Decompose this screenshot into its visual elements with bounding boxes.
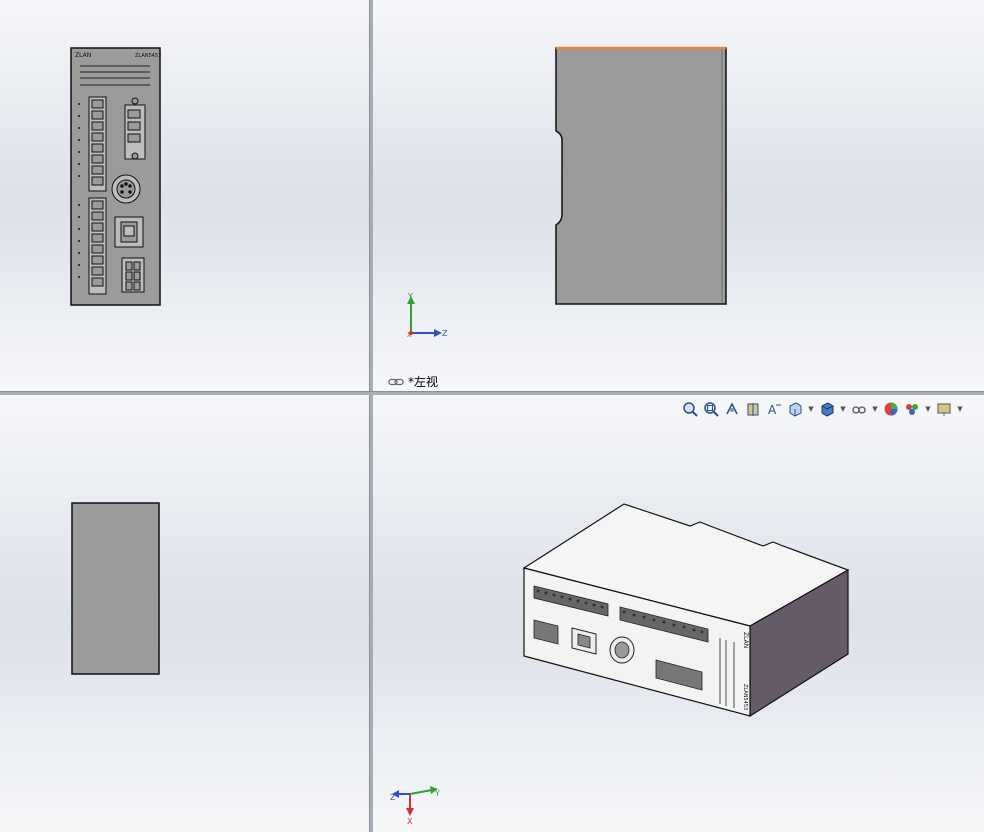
iso-brand-text: ZLAN <box>742 632 749 648</box>
chevron-down-icon[interactable]: ▼ <box>839 400 847 418</box>
zoom-to-fit-icon[interactable] <box>681 400 699 418</box>
chevron-down-icon[interactable]: ▼ <box>871 400 879 418</box>
coordinate-triad-iso: Y Z X <box>390 786 440 826</box>
viewport-splitter-vertical[interactable] <box>369 0 373 832</box>
section-view-icon[interactable] <box>744 400 762 418</box>
view-settings-icon[interactable] <box>935 400 953 418</box>
link-icon <box>388 378 404 385</box>
triad-z-label: Z <box>442 329 448 338</box>
terminal-block-right <box>124 97 146 160</box>
viewport-top[interactable] <box>0 394 369 832</box>
coordinate-triad: Y Z X <box>407 292 448 339</box>
chevron-down-icon[interactable]: ▼ <box>956 400 964 418</box>
svg-text:A: A <box>768 403 777 417</box>
dynamic-annotation-icon[interactable]: A <box>765 400 783 418</box>
view-orientation-icon[interactable] <box>786 400 804 418</box>
zoom-to-area-icon[interactable] <box>702 400 720 418</box>
front-view-drawing: ZLAN ZLAN5453 <box>70 47 161 306</box>
front-brand-text: ZLAN <box>75 52 91 59</box>
chevron-down-icon[interactable]: ▼ <box>807 400 815 418</box>
apply-scene-icon[interactable] <box>903 400 921 418</box>
display-style-icon[interactable] <box>818 400 836 418</box>
iso-model-text: ZLAN5453 <box>742 684 748 710</box>
isometric-drawing: ZLAN ZLAN5453 Y Z X <box>390 503 850 826</box>
left-view-drawing: Y Z X <box>407 46 727 339</box>
edit-appearance-icon[interactable] <box>882 400 900 418</box>
triad-x-label: X <box>407 331 412 339</box>
view-name-text: *左视 <box>408 375 439 389</box>
viewport-isometric[interactable]: A ▼ ▼ ▼ ▼ ▼ ZLAN ZLAN5453 Y Z X <box>372 394 984 832</box>
view-name-label: *左视 <box>388 373 438 390</box>
front-model-text: ZLAN5453 <box>135 53 161 59</box>
viewport-left[interactable]: Y Z X *左视 <box>372 0 984 391</box>
chevron-down-icon[interactable]: ▼ <box>924 400 932 418</box>
heads-up-view-toolbar: A ▼ ▼ ▼ ▼ ▼ <box>681 400 964 418</box>
viewport-front[interactable]: ZLAN ZLAN5453 <box>0 0 369 391</box>
previous-view-icon[interactable] <box>723 400 741 418</box>
triad-x-label-iso: X <box>407 817 413 826</box>
triad-y-label: Y <box>407 292 413 301</box>
viewport-splitter-horizontal[interactable] <box>0 391 984 395</box>
triad-z-label-iso: Z <box>390 793 396 802</box>
top-view-drawing <box>71 502 160 675</box>
triad-y-label-iso: Y <box>434 789 440 798</box>
hide-show-items-icon[interactable] <box>850 400 868 418</box>
